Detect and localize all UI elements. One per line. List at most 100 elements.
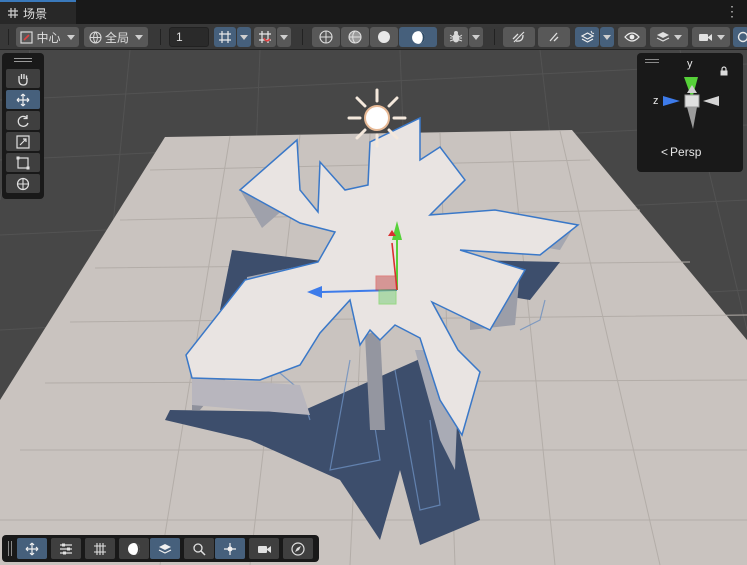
chevron-down-icon <box>716 34 725 40</box>
drag-handle[interactable] <box>11 541 12 556</box>
more-tools-button[interactable] <box>733 27 747 47</box>
transform-tool-button[interactable] <box>6 174 40 193</box>
toolbar-separator <box>160 29 161 45</box>
shaded-wireframe-button[interactable] <box>341 27 369 47</box>
rotate-icon <box>17 114 29 127</box>
layers-overlay-button[interactable] <box>150 538 180 559</box>
grid-snap-button[interactable] <box>214 27 236 47</box>
wireframe-shading-button[interactable] <box>312 27 340 47</box>
axis-cone-icon <box>663 77 719 129</box>
wireframe-sphere-icon <box>319 30 333 44</box>
scale-icon <box>16 134 30 149</box>
crosshair-icon <box>224 542 236 555</box>
snap-increment-value: 1 <box>176 30 183 44</box>
bug-icon <box>449 31 463 43</box>
transform-icon <box>16 177 30 190</box>
navigation-overlay-button[interactable] <box>283 538 313 559</box>
layers-icon <box>656 32 670 42</box>
drag-handle[interactable] <box>14 58 32 59</box>
toggle-2d-button[interactable] <box>503 27 535 47</box>
move-icon <box>16 93 30 106</box>
snap-increment-field[interactable]: 1 <box>169 27 209 47</box>
chevron-down-icon <box>66 34 75 40</box>
hand-tool-button[interactable] <box>6 69 40 88</box>
circle-tool-icon <box>737 31 747 43</box>
drag-handle[interactable] <box>645 59 659 60</box>
lit-shading-button[interactable] <box>399 27 437 47</box>
chevron-left-icon: < <box>661 145 669 159</box>
layers-effects-icon <box>580 30 594 43</box>
rotate-tool-button[interactable] <box>6 111 40 130</box>
debug-draw-mode-button[interactable] <box>444 27 468 47</box>
layers-dropdown[interactable] <box>650 27 688 47</box>
eye-icon <box>624 32 640 42</box>
scene-visibility-button[interactable] <box>618 27 646 47</box>
audio-off-icon <box>512 31 525 43</box>
chevron-down-icon <box>603 34 611 40</box>
pivot-icon <box>20 30 34 44</box>
toolbar-separator <box>302 29 303 45</box>
solid-sphere-icon <box>378 31 390 43</box>
grid-icon <box>8 8 18 18</box>
tools-overlay <box>2 53 44 199</box>
rect-transform-icon <box>16 156 30 169</box>
scene-effects-dropdown[interactable] <box>600 27 614 47</box>
lit-sphere-icon <box>411 30 425 44</box>
layers-icon <box>158 543 172 554</box>
tab-scene[interactable]: 场景 <box>0 0 76 24</box>
camera-dropdown[interactable] <box>692 27 730 47</box>
move-overlay-button[interactable] <box>17 538 47 559</box>
align-overlay-button[interactable] <box>51 538 81 559</box>
overlay-toolbar <box>2 535 319 562</box>
chevron-down-icon <box>240 34 248 40</box>
hand-icon <box>18 73 28 86</box>
shading-overlay-button[interactable] <box>119 538 149 559</box>
light-off-icon <box>549 32 559 42</box>
scene-toolbar: 中心 全局 1 <box>0 24 747 50</box>
projection-toggle[interactable]: < Persp <box>661 145 701 159</box>
drag-handle[interactable] <box>14 61 32 62</box>
chevron-down-icon <box>674 34 682 40</box>
move-icon <box>25 542 39 555</box>
camera-icon <box>257 545 271 553</box>
pivot-label: 中心 <box>36 30 61 45</box>
pivot-dropdown[interactable]: 中心 <box>16 27 79 47</box>
scale-tool-button[interactable] <box>6 132 40 151</box>
globe-icon <box>89 30 102 44</box>
pivot-overlay-button[interactable] <box>215 538 245 559</box>
rect-tool-button[interactable] <box>6 153 40 172</box>
chevron-down-icon <box>135 34 143 40</box>
sliders-icon <box>60 543 72 554</box>
toolbar-separator <box>8 29 9 45</box>
grid-snap-dropdown[interactable] <box>237 27 251 47</box>
increment-snap-button[interactable] <box>254 27 276 47</box>
space-dropdown[interactable]: 全局 <box>84 27 148 47</box>
chevron-down-icon <box>280 34 288 40</box>
shaded-wireframe-sphere-icon <box>348 30 362 44</box>
chevron-down-icon <box>472 34 480 40</box>
toolbar-separator <box>494 29 495 45</box>
space-label: 全局 <box>104 30 129 45</box>
search-overlay-button[interactable] <box>184 538 214 559</box>
projection-label: Persp <box>670 145 702 159</box>
grid-overlay-button[interactable] <box>85 538 115 559</box>
increment-snap-icon <box>259 31 271 43</box>
tab-label: 场景 <box>23 6 48 21</box>
increment-snap-dropdown[interactable] <box>277 27 291 47</box>
debug-draw-mode-dropdown[interactable] <box>469 27 483 47</box>
directional-light-icon <box>347 88 407 148</box>
move-tool-button[interactable] <box>6 90 40 109</box>
grid-snap-icon <box>219 31 231 43</box>
camera-overlay-button[interactable] <box>249 538 279 559</box>
unlit-shading-button[interactable] <box>370 27 398 47</box>
scene-viewport[interactable] <box>0 50 747 565</box>
scene-render <box>0 50 747 565</box>
scene-effects-button[interactable] <box>575 27 599 47</box>
toggle-lighting-button[interactable] <box>538 27 570 47</box>
camera-icon <box>698 34 712 41</box>
more-options-icon[interactable]: ⋮ <box>725 4 739 18</box>
drag-handle[interactable] <box>8 541 9 556</box>
tab-bar: 场景 ⋮ <box>0 0 747 24</box>
grid-icon <box>94 542 106 555</box>
orientation-gizmo[interactable]: y z < Persp <box>637 53 743 172</box>
